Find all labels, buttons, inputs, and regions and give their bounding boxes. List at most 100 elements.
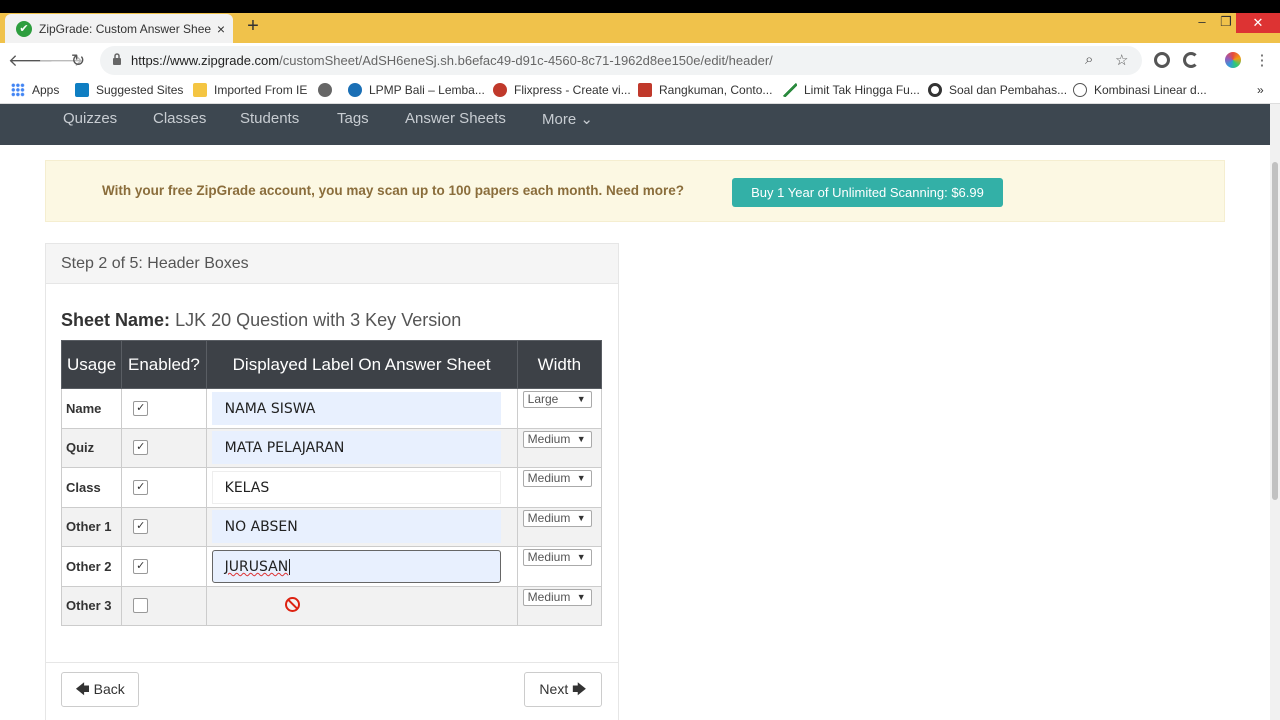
- tab-strip: ✔ ZipGrade: Custom Answer Sheets × + – ❐…: [0, 13, 1280, 43]
- usage-cell: Other 1: [60, 506, 123, 547]
- enabled-cell: ✓: [121, 506, 207, 547]
- enabled-checkbox[interactable]: ✓: [133, 400, 149, 416]
- new-tab-button[interactable]: +: [243, 15, 263, 38]
- circle-icon: [928, 83, 942, 97]
- extension-refresh-icon[interactable]: [1183, 52, 1199, 68]
- extension-circle-icon[interactable]: [1154, 52, 1170, 68]
- nav-answer-sheets[interactable]: Answer Sheets: [405, 110, 506, 127]
- bookmark-label: LPMP Bali – Lemba...: [369, 83, 485, 97]
- zipgrade-favicon-icon: ✔: [16, 20, 32, 37]
- label-cell: JURUSAN: [205, 546, 518, 587]
- column-header-label: Displayed Label On Answer Sheet: [205, 340, 518, 389]
- dropdown-arrow-icon: ▼: [576, 473, 586, 483]
- nav-classes[interactable]: Classes: [153, 110, 206, 127]
- width-select[interactable]: Large ▼: [522, 391, 592, 408]
- bookmark-rangkuman[interactable]: Rangkuman, Conto...: [638, 83, 772, 97]
- nav-tags[interactable]: Tags: [337, 110, 369, 127]
- nav-more[interactable]: More ⌄: [542, 110, 593, 128]
- browser-toolbar: 🡐 🡒 ↻ https://www.zipgrade.com/customShe…: [0, 43, 1280, 78]
- tab-zipgrade[interactable]: ✔ ZipGrade: Custom Answer Sheets ×: [5, 14, 233, 43]
- forward-arrow-icon[interactable]: 🡒: [38, 51, 84, 71]
- label-input[interactable]: MATA PELAJARAN: [211, 431, 501, 465]
- minimize-button[interactable]: –: [1192, 13, 1212, 31]
- bookmark-suggested-sites[interactable]: Suggested Sites: [75, 83, 183, 97]
- site-navbar: Quizzes Classes Students Tags Answer She…: [0, 104, 1280, 145]
- text-caret: [289, 558, 291, 575]
- bookmark-imported-ie[interactable]: Imported From IE: [193, 83, 307, 97]
- back-arrow-icon[interactable]: 🡐: [8, 51, 54, 71]
- close-window-button[interactable]: ✕: [1236, 13, 1280, 33]
- table-row: Other 1 ✓ NO ABSEN Medium ▼: [60, 506, 603, 547]
- width-select[interactable]: Medium ▼: [522, 588, 592, 606]
- enabled-checkbox[interactable]: ✓: [133, 440, 149, 456]
- buy-unlimited-button[interactable]: Buy 1 Year of Unlimited Scanning: $6.99: [732, 178, 1003, 207]
- zoom-icon[interactable]: ⌕: [1085, 51, 1093, 68]
- url-text: https://www.zipgrade.com/customSheet/AdS…: [131, 53, 773, 68]
- table-row: Other 3 Medium ▼: [60, 585, 603, 626]
- scrollbar-thumb[interactable]: [1272, 162, 1278, 500]
- label-input[interactable]: KELAS: [211, 470, 501, 504]
- width-cell: Medium ▼: [516, 427, 603, 468]
- bookmark-label: Limit Tak Hingga Fu...: [804, 83, 920, 97]
- bookmark-label: Suggested Sites: [96, 83, 184, 97]
- lock-icon: [113, 53, 121, 65]
- label-input-focused[interactable]: JURUSAN: [211, 549, 501, 583]
- bookmark-apps[interactable]: Apps: [11, 83, 59, 97]
- extension-colorful-icon[interactable]: [1225, 52, 1241, 68]
- dropdown-arrow-icon: ▼: [576, 552, 586, 562]
- enabled-cell: ✓: [121, 546, 207, 587]
- usage-cell: Name: [60, 388, 123, 429]
- tab-close-icon[interactable]: ×: [217, 21, 225, 37]
- bookmark-flixpress[interactable]: Flixpress - Create vi...: [493, 83, 631, 97]
- bookmark-label: Flixpress - Create vi...: [514, 83, 631, 97]
- width-select[interactable]: Medium ▼: [522, 509, 592, 527]
- width-cell: Medium ▼: [516, 585, 603, 626]
- back-button[interactable]: 🡄 Back: [61, 672, 139, 707]
- bookmark-label: Imported From IE: [214, 83, 308, 97]
- width-select[interactable]: Medium ▼: [522, 470, 592, 487]
- dropdown-arrow-icon: ▼: [576, 512, 586, 523]
- enabled-checkbox[interactable]: ✓: [133, 558, 149, 574]
- width-select[interactable]: Medium ▼: [522, 549, 592, 566]
- globe-icon: [318, 83, 332, 97]
- star-icon[interactable]: ☆: [1115, 51, 1128, 69]
- panel-header: Step 2 of 5: Header Boxes: [46, 244, 618, 284]
- bookmark-kombinasi[interactable]: Kombinasi Linear d...: [1073, 83, 1207, 97]
- nav-quizzes[interactable]: Quizzes: [63, 110, 117, 127]
- label-input[interactable]: NO ABSEN: [211, 510, 501, 544]
- enabled-cell: ✓: [121, 427, 207, 468]
- column-header-enabled: Enabled?: [121, 340, 207, 389]
- promo-text: With your free ZipGrade account, you may…: [102, 183, 685, 198]
- label-cell: NO ABSEN: [205, 506, 518, 547]
- menu-kebab-icon[interactable]: ⋮: [1252, 51, 1272, 69]
- next-button[interactable]: Next 🡆: [524, 672, 602, 707]
- more-bookmarks-icon[interactable]: »: [1257, 83, 1264, 97]
- nav-students[interactable]: Students: [240, 110, 299, 127]
- restore-button[interactable]: ❐: [1216, 13, 1236, 31]
- enabled-cell: ✓: [121, 467, 207, 508]
- bookmark-globe[interactable]: [318, 83, 339, 97]
- lpmp-icon: [348, 83, 362, 97]
- width-cell: Medium ▼: [516, 467, 603, 508]
- enabled-checkbox[interactable]: ✓: [133, 519, 149, 535]
- enabled-checkbox[interactable]: [133, 598, 149, 614]
- enabled-cell: ✓: [121, 388, 207, 429]
- bookmark-lpmp[interactable]: LPMP Bali – Lemba...: [348, 83, 485, 97]
- bookmark-soal[interactable]: Soal dan Pembahas...: [928, 83, 1067, 97]
- width-select[interactable]: Medium ▼: [522, 430, 592, 448]
- bookmark-label: Rangkuman, Conto...: [659, 83, 773, 97]
- sheet-name: Sheet Name: LJK 20 Question with 3 Key V…: [61, 310, 461, 331]
- reload-icon[interactable]: ↻: [68, 51, 88, 71]
- apps-icon: [11, 83, 25, 97]
- dropdown-arrow-icon: ▼: [576, 394, 586, 404]
- address-bar[interactable]: https://www.zipgrade.com/customSheet/AdS…: [100, 46, 1142, 75]
- width-cell: Medium ▼: [516, 506, 603, 547]
- label-cell: KELAS: [205, 467, 518, 508]
- browser-window: ✔ ZipGrade: Custom Answer Sheets × + – ❐…: [0, 0, 1280, 720]
- page-scrollbar[interactable]: [1270, 104, 1280, 720]
- bookmark-limit[interactable]: Limit Tak Hingga Fu...: [783, 83, 920, 97]
- label-input[interactable]: NAMA SISWA: [211, 391, 501, 425]
- width-cell: Medium ▼: [516, 546, 603, 587]
- tab-title: ZipGrade: Custom Answer Sheets: [39, 21, 211, 36]
- enabled-checkbox[interactable]: ✓: [133, 479, 149, 495]
